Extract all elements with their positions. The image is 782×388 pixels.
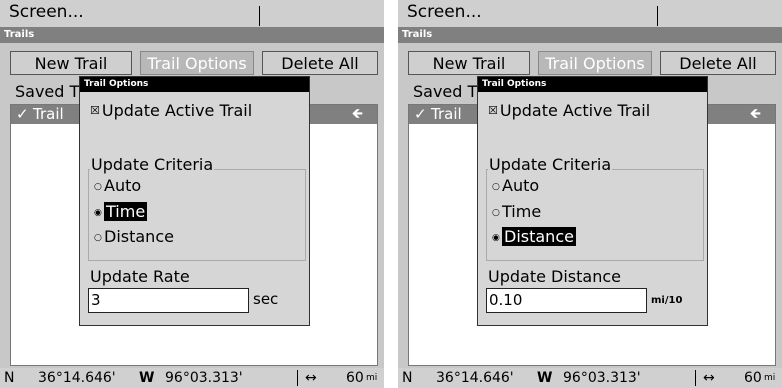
lon-direction: W xyxy=(139,370,155,386)
checkbox-checked-icon: ☒ xyxy=(90,104,100,117)
checkbox-label: Update Active Trail xyxy=(499,101,651,120)
radio-selected-icon: ◉ xyxy=(94,208,102,218)
lat-direction: N xyxy=(402,370,413,386)
radio-label: Time xyxy=(502,202,542,221)
radio-label: Distance xyxy=(502,227,576,246)
trail-item-label: Trail xyxy=(33,105,64,123)
scale-unit: mi xyxy=(764,373,776,383)
radio-selected-icon: ◉ xyxy=(492,233,500,243)
latitude-readout: 36°14.646' xyxy=(38,370,116,386)
delete-all-button[interactable]: Delete All xyxy=(660,51,776,75)
lat-direction: N xyxy=(4,370,15,386)
screen-menu[interactable]: Screen... xyxy=(9,2,84,22)
checkmark-icon: ✓ xyxy=(16,105,29,123)
status-divider xyxy=(695,370,696,386)
delete-all-button[interactable]: Delete All xyxy=(262,51,378,75)
update-distance-label: Update Distance xyxy=(488,267,621,286)
rate-unit-label: sec xyxy=(253,290,279,308)
radio-time[interactable]: ○ Time xyxy=(492,201,541,222)
latitude-readout: 36°14.646' xyxy=(436,370,514,386)
radio-empty-icon: ○ xyxy=(94,233,102,243)
page-title: Trails xyxy=(0,27,384,43)
top-menu-bar: Screen... xyxy=(398,0,782,27)
trail-options-button[interactable]: Trail Options xyxy=(538,51,652,75)
saved-trails-label: Saved T xyxy=(413,82,478,101)
trail-options-dialog: Trail Options ☒ Update Active Trail Updat… xyxy=(477,76,708,326)
radio-distance[interactable]: ○ Distance xyxy=(94,226,174,247)
update-active-trail-checkbox[interactable]: ☒ Update Active Trail xyxy=(90,101,252,120)
update-rate-input[interactable]: 3 xyxy=(88,288,249,313)
checkmark-icon: ✓ xyxy=(414,105,427,123)
radio-label: Auto xyxy=(104,176,142,195)
trail-options-dialog: Trail Options ☒ Update Active Trail Updat… xyxy=(79,76,310,326)
radio-auto[interactable]: ○ Auto xyxy=(94,175,141,196)
longitude-readout: 96°03.313' xyxy=(563,370,641,386)
update-criteria-label: Update Criteria xyxy=(488,155,613,174)
scale-unit: mi xyxy=(366,373,378,383)
radio-time[interactable]: ◉ Time xyxy=(94,201,148,222)
range-arrow-icon: ↔ xyxy=(703,370,715,386)
distance-unit-label: mi/10 xyxy=(651,295,683,306)
radio-label: Auto xyxy=(502,176,540,195)
status-divider xyxy=(297,370,298,386)
trail-item-label: Trail xyxy=(431,105,462,123)
new-trail-button[interactable]: New Trail xyxy=(408,51,530,75)
radio-label: Time xyxy=(104,202,148,221)
lon-direction: W xyxy=(537,370,553,386)
trail-options-button[interactable]: Trail Options xyxy=(140,51,254,75)
menu-divider xyxy=(259,6,260,26)
checkbox-label: Update Active Trail xyxy=(101,101,253,120)
radio-empty-icon: ○ xyxy=(94,182,102,192)
update-rate-label: Update Rate xyxy=(90,267,190,286)
arrow-left-icon: 🡸 xyxy=(749,106,761,122)
page-title: Trails xyxy=(398,27,782,43)
saved-trails-label: Saved T xyxy=(15,82,80,101)
status-bar: N 36°14.646' W 96°03.313' ↔ 60 mi xyxy=(0,368,384,388)
arrow-left-icon: 🡸 xyxy=(351,106,363,122)
right-gps-screen: Screen... Trails New Trail Trail Options… xyxy=(398,0,782,388)
radio-distance[interactable]: ◉ Distance xyxy=(492,226,576,247)
scale-value: 60 xyxy=(744,370,762,386)
left-gps-screen: Screen... Trails New Trail Trail Options… xyxy=(0,0,384,388)
top-menu-bar: Screen... xyxy=(0,0,384,27)
range-arrow-icon: ↔ xyxy=(305,370,317,386)
screen-menu[interactable]: Screen... xyxy=(407,2,482,22)
dialog-title: Trail Options xyxy=(80,77,309,92)
radio-empty-icon: ○ xyxy=(492,208,500,218)
radio-empty-icon: ○ xyxy=(492,182,500,192)
checkbox-checked-icon: ☒ xyxy=(488,104,498,117)
radio-label: Distance xyxy=(104,227,174,246)
radio-auto[interactable]: ○ Auto xyxy=(492,175,539,196)
status-bar: N 36°14.646' W 96°03.313' ↔ 60 mi xyxy=(398,368,782,388)
dialog-title: Trail Options xyxy=(478,77,707,92)
update-criteria-label: Update Criteria xyxy=(90,155,215,174)
menu-divider xyxy=(657,6,658,26)
update-active-trail-checkbox[interactable]: ☒ Update Active Trail xyxy=(488,101,650,120)
update-distance-input[interactable]: 0.10 xyxy=(486,288,647,313)
new-trail-button[interactable]: New Trail xyxy=(10,51,132,75)
longitude-readout: 96°03.313' xyxy=(165,370,243,386)
scale-value: 60 xyxy=(346,370,364,386)
